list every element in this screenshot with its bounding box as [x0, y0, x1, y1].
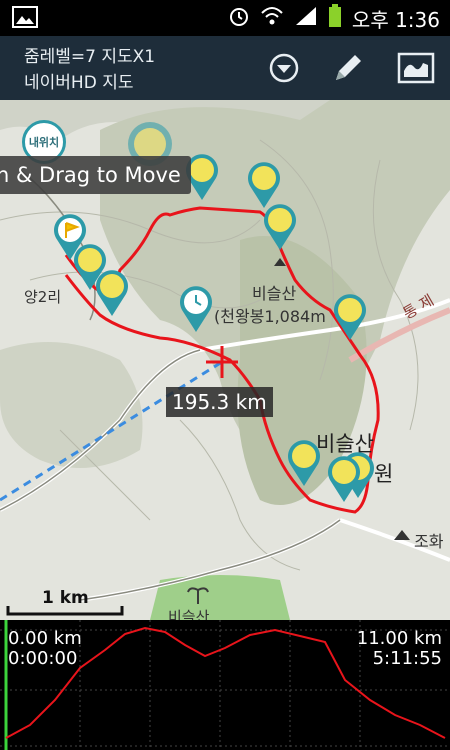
- map-icon: [397, 52, 435, 84]
- waypoint-marker[interactable]: [328, 456, 360, 502]
- distance-readout: 195.3 km: [166, 387, 273, 417]
- dropdown-button[interactable]: [262, 46, 306, 90]
- elevation-profile[interactable]: 0.00 km 0:00:00 11.00 km 5:11:55: [0, 620, 450, 750]
- map-label-bisulsan: 비슬산: [252, 284, 297, 303]
- edit-button[interactable]: [326, 46, 370, 90]
- peak-icon: [394, 530, 410, 540]
- my-location-label: 내위치: [28, 136, 60, 149]
- drag-tooltip: h & Drag to Move: [0, 156, 191, 194]
- start-time: 0:00:00: [8, 648, 78, 669]
- map-toolbar: 줌레벨=7 지도X1 네이버HD 지도: [0, 36, 450, 100]
- map-source-text: 네이버HD 지도: [24, 73, 134, 93]
- alarm-icon: [228, 5, 250, 32]
- map-label-yang2ri: 양2리: [24, 288, 62, 306]
- start-distance: 0.00 km: [8, 628, 82, 649]
- map-label-joha: 조화: [414, 532, 444, 551]
- battery-icon: [328, 4, 342, 33]
- waypoint-marker[interactable]: [96, 270, 128, 316]
- map-view-button[interactable]: [394, 46, 438, 90]
- map-label-peak: (천왕봉1,084m: [214, 307, 326, 326]
- end-distance: 11.00 km: [356, 628, 442, 649]
- map-label-bisulsan-area: 비슬산: [316, 432, 374, 456]
- end-time: 5:11:55: [372, 648, 442, 669]
- scale-label: 1 km: [42, 588, 89, 608]
- signal-icon: [294, 5, 318, 32]
- map-label-bottom: 비슬산: [168, 608, 210, 620]
- gallery-icon: [12, 6, 38, 32]
- status-bar: 오후 1:36: [0, 0, 450, 36]
- dropdown-icon: [269, 53, 299, 83]
- zoom-level-text: 줌레벨=7 지도X1: [24, 47, 156, 67]
- map-label-won: 원: [374, 462, 394, 486]
- pencil-icon: [336, 55, 361, 80]
- wifi-icon: [260, 5, 284, 32]
- map-view[interactable]: 내위치 h & Drag to Move 195.3 km 양2리 비슬산 (천…: [0, 100, 450, 620]
- status-time: 오후 1:36: [351, 8, 440, 32]
